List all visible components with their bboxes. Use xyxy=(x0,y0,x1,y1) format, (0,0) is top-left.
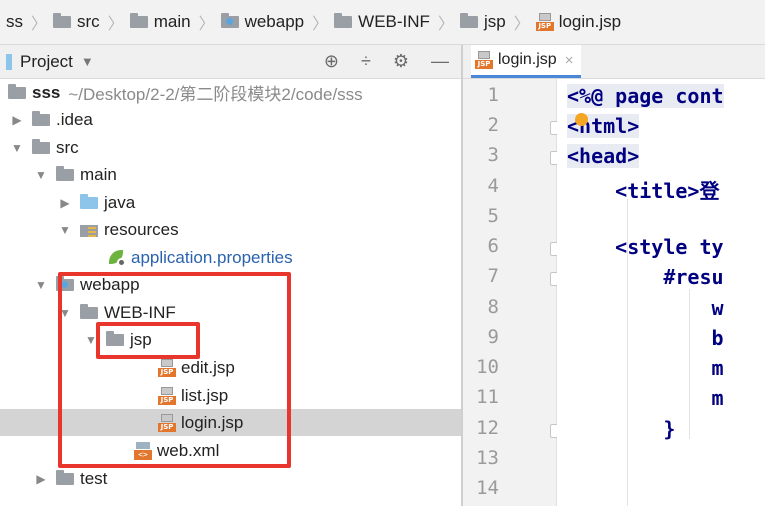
line-number: 12 xyxy=(476,417,499,439)
tree-item-main[interactable]: ▼ main xyxy=(0,161,461,188)
tab-login-jsp[interactable]: JSP login.jsp × xyxy=(471,45,582,78)
jsp-file-icon: JSP xyxy=(535,13,554,31)
breadcrumb-item-ss[interactable]: ss 〉 xyxy=(0,10,47,34)
collapse-arrow-icon[interactable]: ▼ xyxy=(34,278,48,292)
chevron-right-icon: 〉 xyxy=(198,16,215,33)
tree-item-resources[interactable]: ▼ resources xyxy=(0,216,461,243)
folder-icon xyxy=(56,165,74,181)
project-panel-header: Project ▼ ⊕ ÷ ⚙ — xyxy=(0,45,461,79)
code-line: b xyxy=(567,326,724,350)
breadcrumb-item-login-jsp[interactable]: JSP login.jsp xyxy=(530,12,621,32)
collapse-arrow-icon[interactable]: ▼ xyxy=(34,168,48,182)
source-folder-icon xyxy=(80,193,98,209)
code-line: <title>登 xyxy=(567,179,720,203)
folder-icon xyxy=(459,13,478,28)
jsp-folder-highlight-box xyxy=(96,322,200,359)
web-folder-icon xyxy=(220,13,239,28)
tree-item-test[interactable]: ▶ test xyxy=(0,465,461,492)
chevron-right-icon: 〉 xyxy=(31,16,48,33)
line-number: 5 xyxy=(487,205,499,227)
spring-properties-icon xyxy=(108,249,126,267)
line-number: 10 xyxy=(476,356,499,378)
editor-tab-bar: JSP login.jsp × xyxy=(463,45,765,79)
code-line: <head> xyxy=(567,144,640,168)
folder-icon xyxy=(32,110,50,126)
folder-icon xyxy=(56,469,74,485)
folder-icon xyxy=(334,13,353,28)
line-number: 2 xyxy=(487,114,499,136)
line-number: 3 xyxy=(487,144,499,166)
tree-item-sss[interactable]: sss ~/Desktop/2-2/第二阶段模块2/code/sss xyxy=(0,79,461,106)
chevron-down-icon: ▼ xyxy=(80,54,94,69)
line-number: 9 xyxy=(487,326,499,348)
resources-folder-icon xyxy=(80,223,98,237)
project-view-selector[interactable]: Project ▼ xyxy=(6,52,94,72)
line-number: 13 xyxy=(476,447,499,469)
tree-item-src[interactable]: ▼ src xyxy=(0,134,461,161)
line-number: 14 xyxy=(476,477,499,499)
close-icon[interactable]: × xyxy=(565,52,574,69)
line-number: 4 xyxy=(487,175,499,197)
breadcrumb: ss 〉 src 〉 main 〉 webapp 〉 WEB-INF 〉 jsp 〉 JSP… xyxy=(0,0,765,45)
locate-target-icon[interactable]: ⊕ xyxy=(324,51,339,72)
expand-arrow-icon[interactable]: ▶ xyxy=(58,196,72,210)
chevron-right-icon: 〉 xyxy=(437,16,454,33)
code-line: <%@ page cont xyxy=(567,84,724,108)
hide-panel-icon[interactable]: — xyxy=(431,51,449,72)
code-line: } xyxy=(567,417,676,441)
intention-bulb-icon[interactable] xyxy=(575,113,588,126)
expand-arrow-icon[interactable]: ▶ xyxy=(34,472,48,486)
folder-icon xyxy=(32,138,50,154)
code-line: w xyxy=(567,296,724,320)
code-line: m xyxy=(567,386,724,410)
breadcrumb-item-jsp[interactable]: jsp 〉 xyxy=(454,10,530,34)
line-number: 8 xyxy=(487,296,499,318)
chevron-right-icon: 〉 xyxy=(107,16,124,33)
chevron-right-icon: 〉 xyxy=(312,16,329,33)
line-number: 11 xyxy=(476,386,499,408)
code-line: #resu xyxy=(567,265,724,289)
folder-icon xyxy=(129,13,148,28)
code-line: m xyxy=(567,356,724,380)
editor-gutter: 1 2 3 4 5 6 7 8 9 10 11 12 13 14 xyxy=(463,79,562,506)
breadcrumb-item-webapp[interactable]: webapp 〉 xyxy=(215,10,329,34)
webapp-highlight-box xyxy=(58,272,291,468)
project-panel-icon xyxy=(6,53,12,70)
jsp-file-icon: JSP xyxy=(475,51,493,69)
collapse-arrow-icon[interactable]: ▼ xyxy=(58,223,72,237)
breadcrumb-item-main[interactable]: main 〉 xyxy=(124,10,215,34)
tree-item-idea[interactable]: ▶ .idea xyxy=(0,106,461,133)
expand-arrow-icon[interactable]: ▶ xyxy=(10,113,24,127)
breadcrumb-item-web-inf[interactable]: WEB-INF 〉 xyxy=(328,10,454,34)
folder-icon xyxy=(53,13,72,28)
tree-item-application-properties[interactable]: application.properties xyxy=(0,244,461,271)
line-number: 1 xyxy=(487,84,499,106)
collapse-arrow-icon[interactable]: ▼ xyxy=(10,141,24,155)
chevron-right-icon: 〉 xyxy=(513,16,530,33)
line-number: 7 xyxy=(487,265,499,287)
line-number: 6 xyxy=(487,235,499,257)
breadcrumb-item-src[interactable]: src 〉 xyxy=(47,10,124,34)
collapse-all-icon[interactable]: ÷ xyxy=(361,51,371,72)
code-editor[interactable]: <%@ page cont <html> <head> <title>登 <st… xyxy=(557,79,765,506)
code-line: <style ty xyxy=(567,235,724,259)
gear-icon[interactable]: ⚙ xyxy=(393,51,409,72)
tree-item-java[interactable]: ▶ java xyxy=(0,189,461,216)
module-folder-icon xyxy=(8,83,26,99)
